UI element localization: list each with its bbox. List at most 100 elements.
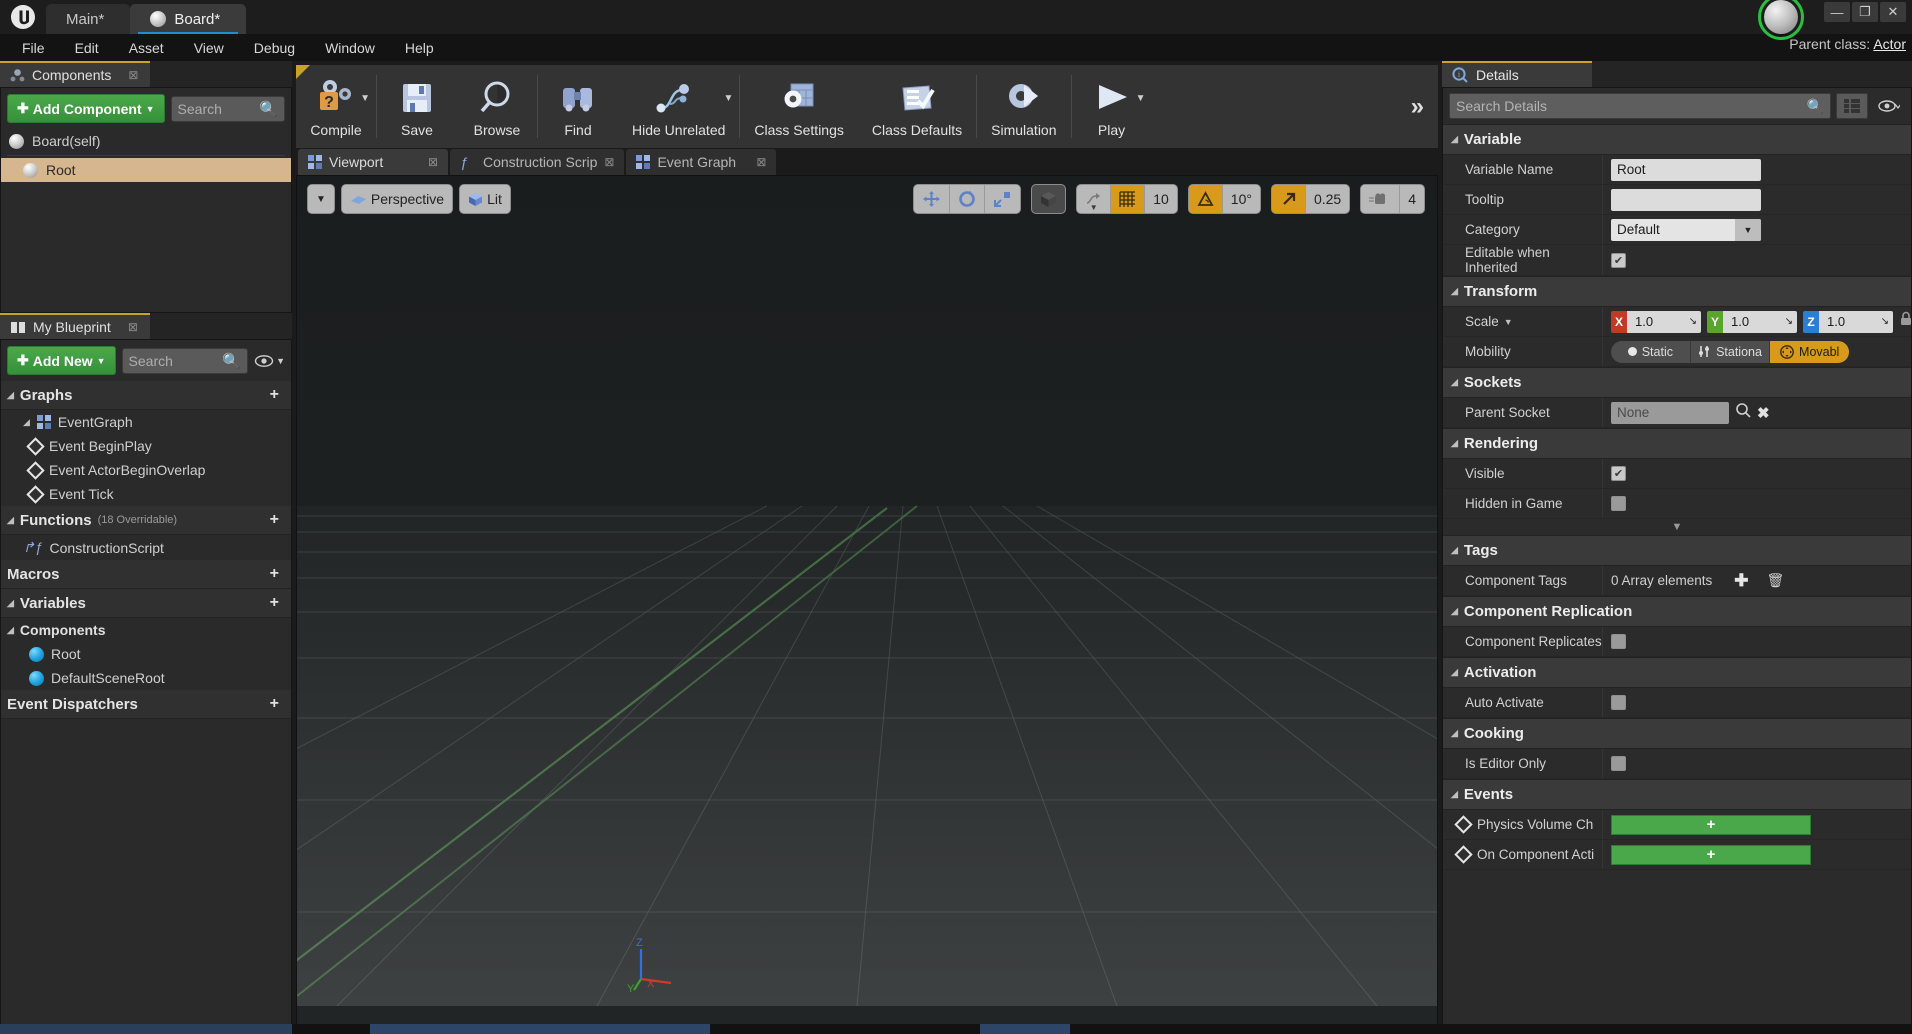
toolbar-browse-button[interactable]: Browse: [457, 65, 537, 148]
add-on-component-activated-event-button[interactable]: +: [1611, 845, 1811, 865]
taskbar-item[interactable]: [980, 1024, 1070, 1034]
blueprint-variable-defaultsceneroot[interactable]: DefaultSceneRoot: [1, 666, 291, 690]
scale-z-field[interactable]: Z 1.0↘: [1803, 311, 1893, 333]
chevron-down-icon[interactable]: ▼: [723, 93, 733, 104]
camera-speed-value[interactable]: 4: [1400, 185, 1424, 213]
hidden-in-game-checkbox[interactable]: [1611, 496, 1626, 511]
section-event-dispatchers[interactable]: Event Dispatchers +: [1, 690, 291, 719]
tab-viewport[interactable]: Viewport ⊠: [298, 149, 448, 175]
add-new-button[interactable]: ✚ Add New ▼: [7, 346, 116, 375]
details-section-rendering[interactable]: ◢ Rendering: [1443, 428, 1911, 459]
lock-icon[interactable]: [1899, 311, 1911, 332]
world-cube-icon[interactable]: [1032, 185, 1065, 213]
taskbar-item[interactable]: [370, 1024, 710, 1034]
is-editor-only-checkbox[interactable]: [1611, 756, 1626, 771]
plus-icon[interactable]: ✚: [1734, 571, 1748, 591]
details-section-events[interactable]: ◢ Events: [1443, 779, 1911, 810]
details-section-component-replication[interactable]: ◢ Component Replication: [1443, 596, 1911, 627]
subsection-components[interactable]: ◢ Components: [1, 618, 291, 642]
menu-view[interactable]: View: [180, 37, 238, 59]
visibility-toggle[interactable]: ▼: [254, 354, 285, 368]
scale-gizmo-icon[interactable]: [985, 185, 1020, 213]
magnifier-icon[interactable]: [1735, 402, 1751, 423]
tab-construction-script[interactable]: ƒ Construction Scrip ⊠: [450, 149, 624, 175]
scale-snap-icon[interactable]: [1272, 185, 1306, 213]
myblueprint-search-input[interactable]: Search 🔍: [122, 348, 249, 374]
details-section-sockets[interactable]: ◢ Sockets: [1443, 367, 1911, 398]
auto-activate-checkbox[interactable]: [1611, 695, 1626, 710]
transform-tools-group[interactable]: [913, 184, 1021, 214]
close-button[interactable]: ✕: [1880, 2, 1906, 22]
chevron-down-icon[interactable]: ▼: [1504, 317, 1513, 327]
mobility-static-option[interactable]: Static: [1611, 341, 1691, 363]
tab-event-graph[interactable]: Event Graph ⊠: [626, 149, 776, 175]
scale-y-field[interactable]: Y 1.0↘: [1707, 311, 1797, 333]
coord-space-group[interactable]: [1031, 184, 1066, 214]
mobility-toggle-group[interactable]: Static Stationa Movabl: [1611, 341, 1849, 363]
section-graphs[interactable]: ◢ Graphs +: [1, 381, 291, 410]
camera-speed-icon[interactable]: [1361, 185, 1400, 213]
maximize-button[interactable]: ❐: [1852, 2, 1878, 22]
tab-details[interactable]: i Details: [1442, 61, 1592, 87]
tab-my-blueprint[interactable]: My Blueprint ⊠: [0, 313, 150, 339]
scale-x-field[interactable]: X 1.0↘: [1611, 311, 1701, 333]
surface-snap-icon[interactable]: ▼: [1077, 185, 1111, 213]
angle-snap-icon[interactable]: [1189, 185, 1223, 213]
rendering-expand-button[interactable]: ▼: [1443, 519, 1911, 535]
category-dropdown[interactable]: Default ▼: [1611, 219, 1761, 241]
details-search-input[interactable]: Search Details 🔍: [1449, 93, 1831, 119]
add-function-button[interactable]: +: [270, 511, 285, 529]
trash-icon[interactable]: 🗑: [1767, 572, 1785, 589]
viewport-perspective-button[interactable]: Perspective: [342, 185, 452, 213]
toolbar-find-button[interactable]: Find: [538, 65, 618, 148]
scale-z-input[interactable]: 1.0↘: [1819, 311, 1893, 333]
close-icon[interactable]: ⊠: [128, 68, 138, 82]
menu-edit[interactable]: Edit: [61, 37, 113, 59]
add-macro-button[interactable]: +: [270, 565, 285, 583]
close-icon[interactable]: ⊠: [128, 320, 138, 334]
eye-settings-icon[interactable]: [1873, 93, 1905, 119]
grid-view-icon[interactable]: [1836, 93, 1868, 119]
blueprint-item-event-beginplay[interactable]: Event BeginPlay: [1, 434, 291, 458]
viewport-3d[interactable]: ▼ Perspective Lit: [296, 175, 1438, 1030]
close-icon[interactable]: ⊠: [604, 155, 614, 169]
taskbar-item[interactable]: [0, 1024, 292, 1034]
section-functions[interactable]: ◢ Functions (18 Overridable) +: [1, 506, 291, 535]
viewport-view-mode-group[interactable]: Lit: [459, 184, 511, 214]
camera-speed-group[interactable]: 4: [1360, 184, 1425, 214]
toolbar-save-button[interactable]: Save: [377, 65, 457, 148]
toolbar-class-settings-button[interactable]: Class Settings: [740, 65, 857, 148]
toolbar-compile-button[interactable]: ? Compile ▼: [296, 65, 376, 148]
details-section-variable[interactable]: ◢ Variable: [1443, 124, 1911, 155]
tab-components[interactable]: Components ⊠: [0, 61, 150, 87]
scale-y-input[interactable]: 1.0↘: [1723, 311, 1797, 333]
toolbar-overflow-button[interactable]: »: [1411, 65, 1438, 148]
menu-help[interactable]: Help: [391, 37, 448, 59]
details-section-activation[interactable]: ◢ Activation: [1443, 657, 1911, 688]
component-replicates-checkbox[interactable]: [1611, 634, 1626, 649]
toolbar-play-button[interactable]: Play ▼: [1072, 65, 1152, 148]
add-event-dispatcher-button[interactable]: +: [270, 695, 285, 713]
angle-snap-group[interactable]: 10°: [1188, 184, 1261, 214]
grid-snap-group[interactable]: ▼ 10: [1076, 184, 1178, 214]
grid-snap-value[interactable]: 10: [1145, 185, 1177, 213]
chevron-down-icon[interactable]: ▼: [360, 93, 370, 104]
move-gizmo-icon[interactable]: [914, 185, 950, 213]
components-search-input[interactable]: Search 🔍: [171, 96, 285, 122]
chevron-down-icon[interactable]: ▼: [1136, 93, 1146, 104]
grid-snap-icon[interactable]: [1111, 185, 1145, 213]
scale-snap-group[interactable]: 0.25: [1271, 184, 1350, 214]
tooltip-input[interactable]: [1611, 189, 1761, 211]
add-graph-button[interactable]: +: [270, 386, 285, 404]
menu-asset[interactable]: Asset: [115, 37, 178, 59]
variable-name-input[interactable]: Root: [1611, 159, 1761, 181]
blueprint-item-constructionscript[interactable]: ↱ƒ ConstructionScript: [1, 535, 291, 560]
component-tree-item-root[interactable]: Root: [1, 158, 291, 182]
blueprint-variable-root[interactable]: Root: [1, 642, 291, 666]
details-section-tags[interactable]: ◢ Tags: [1443, 535, 1911, 566]
viewport-camera-mode-group[interactable]: Perspective: [341, 184, 453, 214]
x-icon[interactable]: ✖: [1757, 404, 1770, 422]
toolbar-hide-unrelated-button[interactable]: Hide Unrelated ▼: [618, 65, 739, 148]
angle-snap-value[interactable]: 10°: [1223, 185, 1260, 213]
minimize-button[interactable]: —: [1824, 2, 1850, 22]
